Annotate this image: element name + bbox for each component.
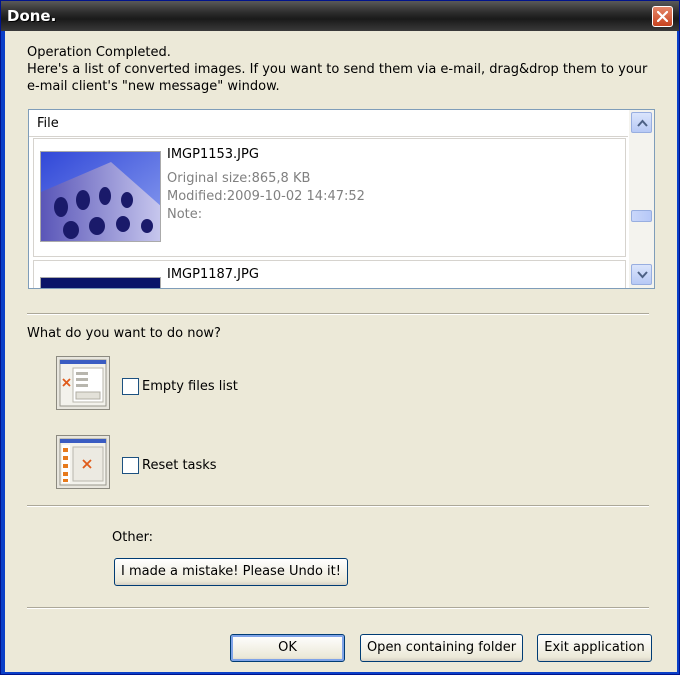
intro-line-1: Operation Completed. xyxy=(27,45,171,60)
intro-text: Operation Completed. Here's a list of co… xyxy=(27,44,647,95)
scroll-down-button[interactable] xyxy=(631,264,652,285)
item-original-size: Original size:865,8 KB xyxy=(167,171,311,186)
empty-list-icon xyxy=(56,356,110,410)
empty-files-list-label: Empty files list xyxy=(142,379,238,394)
list-vertical-scrollbar[interactable] xyxy=(629,110,654,288)
list-column-header[interactable]: File xyxy=(29,110,628,137)
empty-files-list-checkbox[interactable] xyxy=(122,378,139,395)
close-button[interactable] xyxy=(652,6,673,27)
reset-tasks-checkbox[interactable] xyxy=(122,457,139,474)
intro-line-2: Here's a list of converted images. If yo… xyxy=(27,62,648,77)
image-thumbnail xyxy=(40,151,161,242)
item-filename: IMGP1153.JPG xyxy=(167,147,259,162)
undo-button[interactable]: I made a mistake! Please Undo it! xyxy=(114,558,348,586)
title-bar[interactable]: Done. xyxy=(1,1,679,31)
item-modified-date: Modified:2009-10-02 14:47:52 xyxy=(167,189,365,204)
ok-button[interactable]: OK xyxy=(230,634,345,662)
column-header-file: File xyxy=(37,116,59,131)
question-label: What do you want to do now? xyxy=(27,326,221,341)
close-icon xyxy=(657,11,668,22)
done-dialog-window: Done. Operation Completed. Here's a list… xyxy=(0,0,680,675)
separator xyxy=(27,505,649,507)
chevron-down-icon xyxy=(637,271,648,279)
list-item[interactable]: IMGP1153.JPG Original size:865,8 KB Modi… xyxy=(33,138,626,257)
reset-tasks-label: Reset tasks xyxy=(142,458,217,473)
other-label: Other: xyxy=(112,530,154,545)
item-note: Note: xyxy=(167,207,203,222)
exit-application-button[interactable]: Exit application xyxy=(537,634,652,662)
list-item[interactable]: IMGP1187.JPG xyxy=(33,260,626,288)
open-containing-folder-button[interactable]: Open containing folder xyxy=(360,634,523,662)
colosseum-photo-thumbnail xyxy=(41,152,160,241)
chevron-up-icon xyxy=(637,119,648,127)
separator xyxy=(27,313,649,315)
separator xyxy=(27,607,649,609)
image-thumbnail xyxy=(40,277,161,288)
item-filename: IMGP1187.JPG xyxy=(167,267,259,282)
intro-line-3: e-mail client's "new message" window. xyxy=(27,79,280,94)
reset-tasks-icon xyxy=(56,435,110,489)
converted-files-list[interactable]: File IMGP1153.JPG Original size:865,8 KB… xyxy=(28,109,655,289)
dialog-body: Operation Completed. Here's a list of co… xyxy=(5,31,677,672)
window-title: Done. xyxy=(7,7,57,25)
scroll-up-button[interactable] xyxy=(631,112,652,133)
scroll-thumb[interactable] xyxy=(631,210,652,222)
